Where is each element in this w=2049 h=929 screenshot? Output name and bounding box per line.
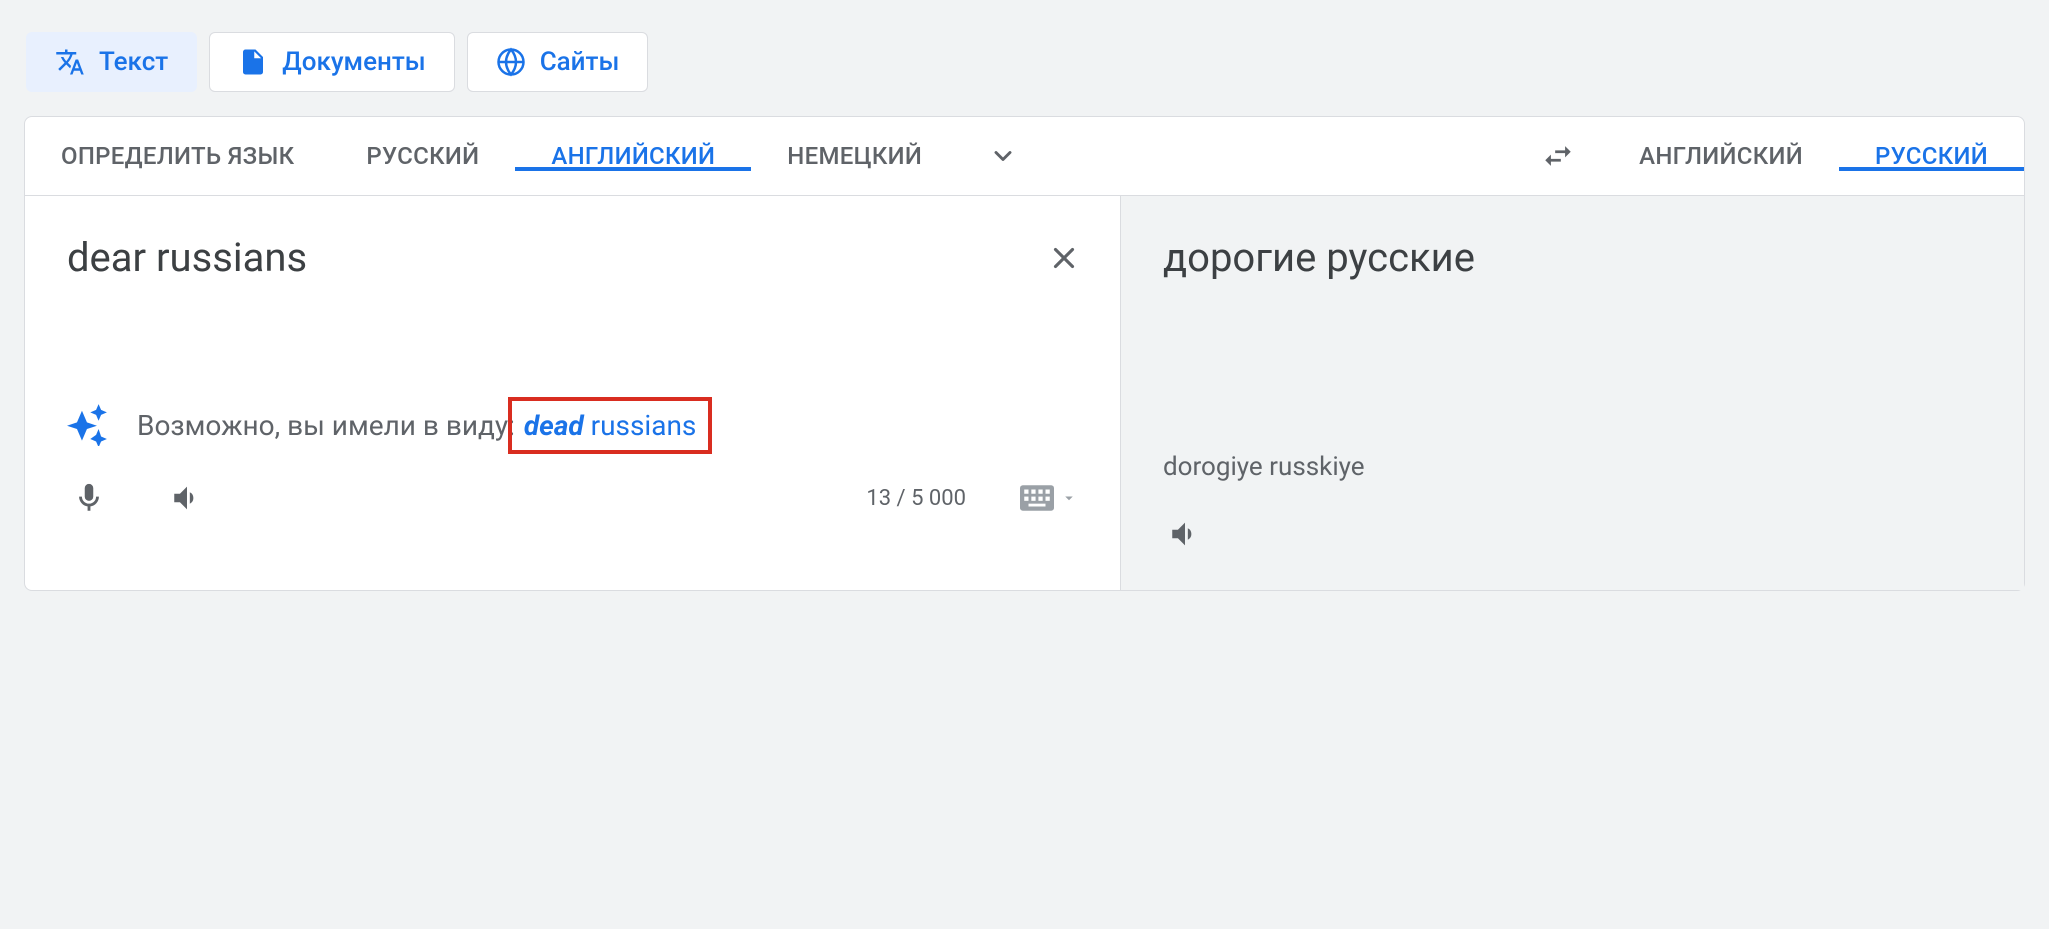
did-you-mean-text: Возможно, вы имели в виду: dead russians bbox=[137, 409, 712, 442]
listen-target-button[interactable] bbox=[1163, 512, 1207, 556]
chevron-down-icon bbox=[989, 142, 1017, 170]
did-you-mean-bold: dead bbox=[524, 409, 584, 442]
transliteration: dorogiye russkiye bbox=[1121, 452, 2024, 482]
keyboard-icon bbox=[1020, 485, 1054, 511]
target-language-tabs: АНГЛИЙСКИЙ РУССКИЙ bbox=[1603, 117, 2024, 195]
source-pane: dear russians Возможно, вы имели в виду:… bbox=[25, 196, 1121, 590]
translation-panes: dear russians Возможно, вы имели в виду:… bbox=[25, 196, 2024, 590]
character-counter: 13 / 5 000 bbox=[866, 486, 966, 511]
mode-tab-websites[interactable]: Сайты bbox=[467, 32, 649, 92]
listen-source-button[interactable] bbox=[165, 476, 209, 520]
sparkle-icon bbox=[67, 404, 109, 446]
did-you-mean-row: Возможно, вы имели в виду: dead russians bbox=[25, 404, 1120, 446]
source-lang-detect[interactable]: ОПРЕДЕЛИТЬ ЯЗЫК bbox=[25, 142, 330, 170]
target-lang-russian[interactable]: РУССКИЙ bbox=[1839, 142, 2024, 170]
source-lang-russian[interactable]: РУССКИЙ bbox=[330, 142, 515, 170]
caret-down-icon bbox=[1060, 489, 1078, 507]
mode-tab-websites-label: Сайты bbox=[540, 47, 620, 77]
mode-tab-documents-label: Документы bbox=[282, 47, 425, 77]
source-footer: 13 / 5 000 bbox=[25, 446, 1120, 554]
did-you-mean-prefix: Возможно, вы имели в виду: bbox=[137, 409, 515, 442]
source-lang-more[interactable] bbox=[958, 142, 1048, 170]
voice-input-button[interactable] bbox=[67, 476, 111, 520]
speaker-icon bbox=[170, 481, 204, 515]
translator-card: ОПРЕДЕЛИТЬ ЯЗЫК РУССКИЙ АНГЛИЙСКИЙ НЕМЕЦ… bbox=[24, 116, 2025, 591]
source-lang-german[interactable]: НЕМЕЦКИЙ bbox=[751, 142, 958, 170]
mode-tab-text[interactable]: Текст bbox=[26, 32, 197, 92]
clear-source-button[interactable] bbox=[1040, 234, 1088, 282]
document-icon bbox=[238, 47, 268, 77]
did-you-mean-suggestion-link[interactable]: dead russians bbox=[508, 397, 713, 454]
language-tabs-row: ОПРЕДЕЛИТЬ ЯЗЫК РУССКИЙ АНГЛИЙСКИЙ НЕМЕЦ… bbox=[25, 117, 2024, 196]
target-footer bbox=[1121, 482, 2024, 590]
close-icon bbox=[1047, 241, 1081, 275]
target-lang-english[interactable]: АНГЛИЙСКИЙ bbox=[1603, 142, 1839, 170]
input-tools-button[interactable] bbox=[1020, 485, 1078, 511]
source-text-input[interactable]: dear russians bbox=[25, 196, 1120, 394]
source-language-tabs: ОПРЕДЕЛИТЬ ЯЗЫК РУССКИЙ АНГЛИЙСКИЙ НЕМЕЦ… bbox=[25, 117, 1048, 195]
source-lang-english[interactable]: АНГЛИЙСКИЙ bbox=[515, 142, 751, 170]
globe-icon bbox=[496, 47, 526, 77]
translation-output: дорогие русские bbox=[1121, 196, 2024, 394]
speaker-icon bbox=[1168, 517, 1202, 551]
swap-icon bbox=[1541, 139, 1575, 173]
swap-languages-button[interactable] bbox=[1513, 117, 1603, 195]
mode-tabs: Текст Документы Сайты bbox=[0, 0, 2049, 92]
mode-tab-documents[interactable]: Документы bbox=[209, 32, 454, 92]
microphone-icon bbox=[72, 481, 106, 515]
mode-tab-text-label: Текст bbox=[99, 47, 168, 77]
target-pane: дорогие русские dorogiye russkiye bbox=[1121, 196, 2024, 590]
translate-icon bbox=[55, 47, 85, 77]
did-you-mean-rest: russians bbox=[584, 409, 697, 442]
